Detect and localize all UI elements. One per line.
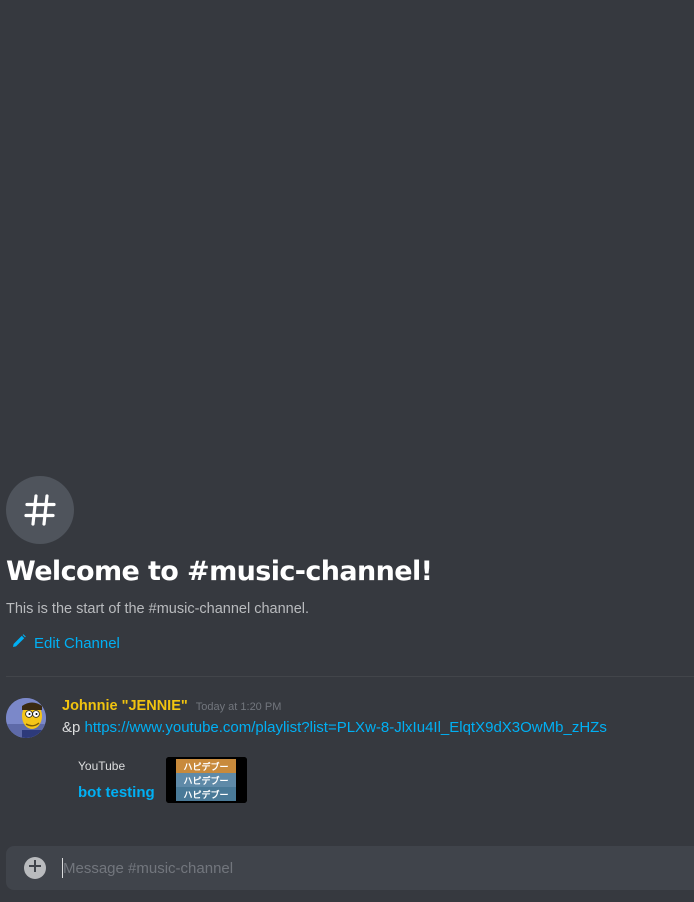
username[interactable]: Johnnie "JENNIE" [62,698,188,714]
message-input[interactable] [63,846,682,890]
divider [6,676,694,677]
embed-provider[interactable]: YouTube [78,759,125,773]
thumbnail-text-3: ハピデブー [183,789,228,801]
message-link[interactable]: https://www.youtube.com/playlist?list=PL… [85,719,607,736]
message-command: &p [62,719,85,736]
add-attachment-button[interactable] [24,857,46,879]
thumbnail-text-2: ハピデブー [183,775,228,787]
welcome-subtitle: This is the start of the #music-channel … [6,601,310,617]
embed-title[interactable]: bot testing [78,784,155,801]
edit-channel-button[interactable]: Edit Channel [12,634,120,652]
avatar[interactable] [6,698,46,738]
thumbnail-text-1: ハピデブー [183,761,228,773]
message-composer [6,846,694,890]
pencil-icon [12,634,26,652]
plus-icon [29,859,41,877]
chat-view: Welcome to #music-channel! This is the s… [0,0,694,902]
message-header: Johnnie "JENNIE" Today at 1:20 PM [62,698,281,714]
timestamp: Today at 1:20 PM [195,701,282,713]
hash-icon [6,476,74,544]
edit-channel-label: Edit Channel [34,634,120,652]
message-content: &p https://www.youtube.com/playlist?list… [62,719,607,736]
welcome-title: Welcome to #music-channel! [6,556,433,587]
embed-thumbnail[interactable]: ハピデブー ハピデブー ハピデブー [166,757,247,803]
